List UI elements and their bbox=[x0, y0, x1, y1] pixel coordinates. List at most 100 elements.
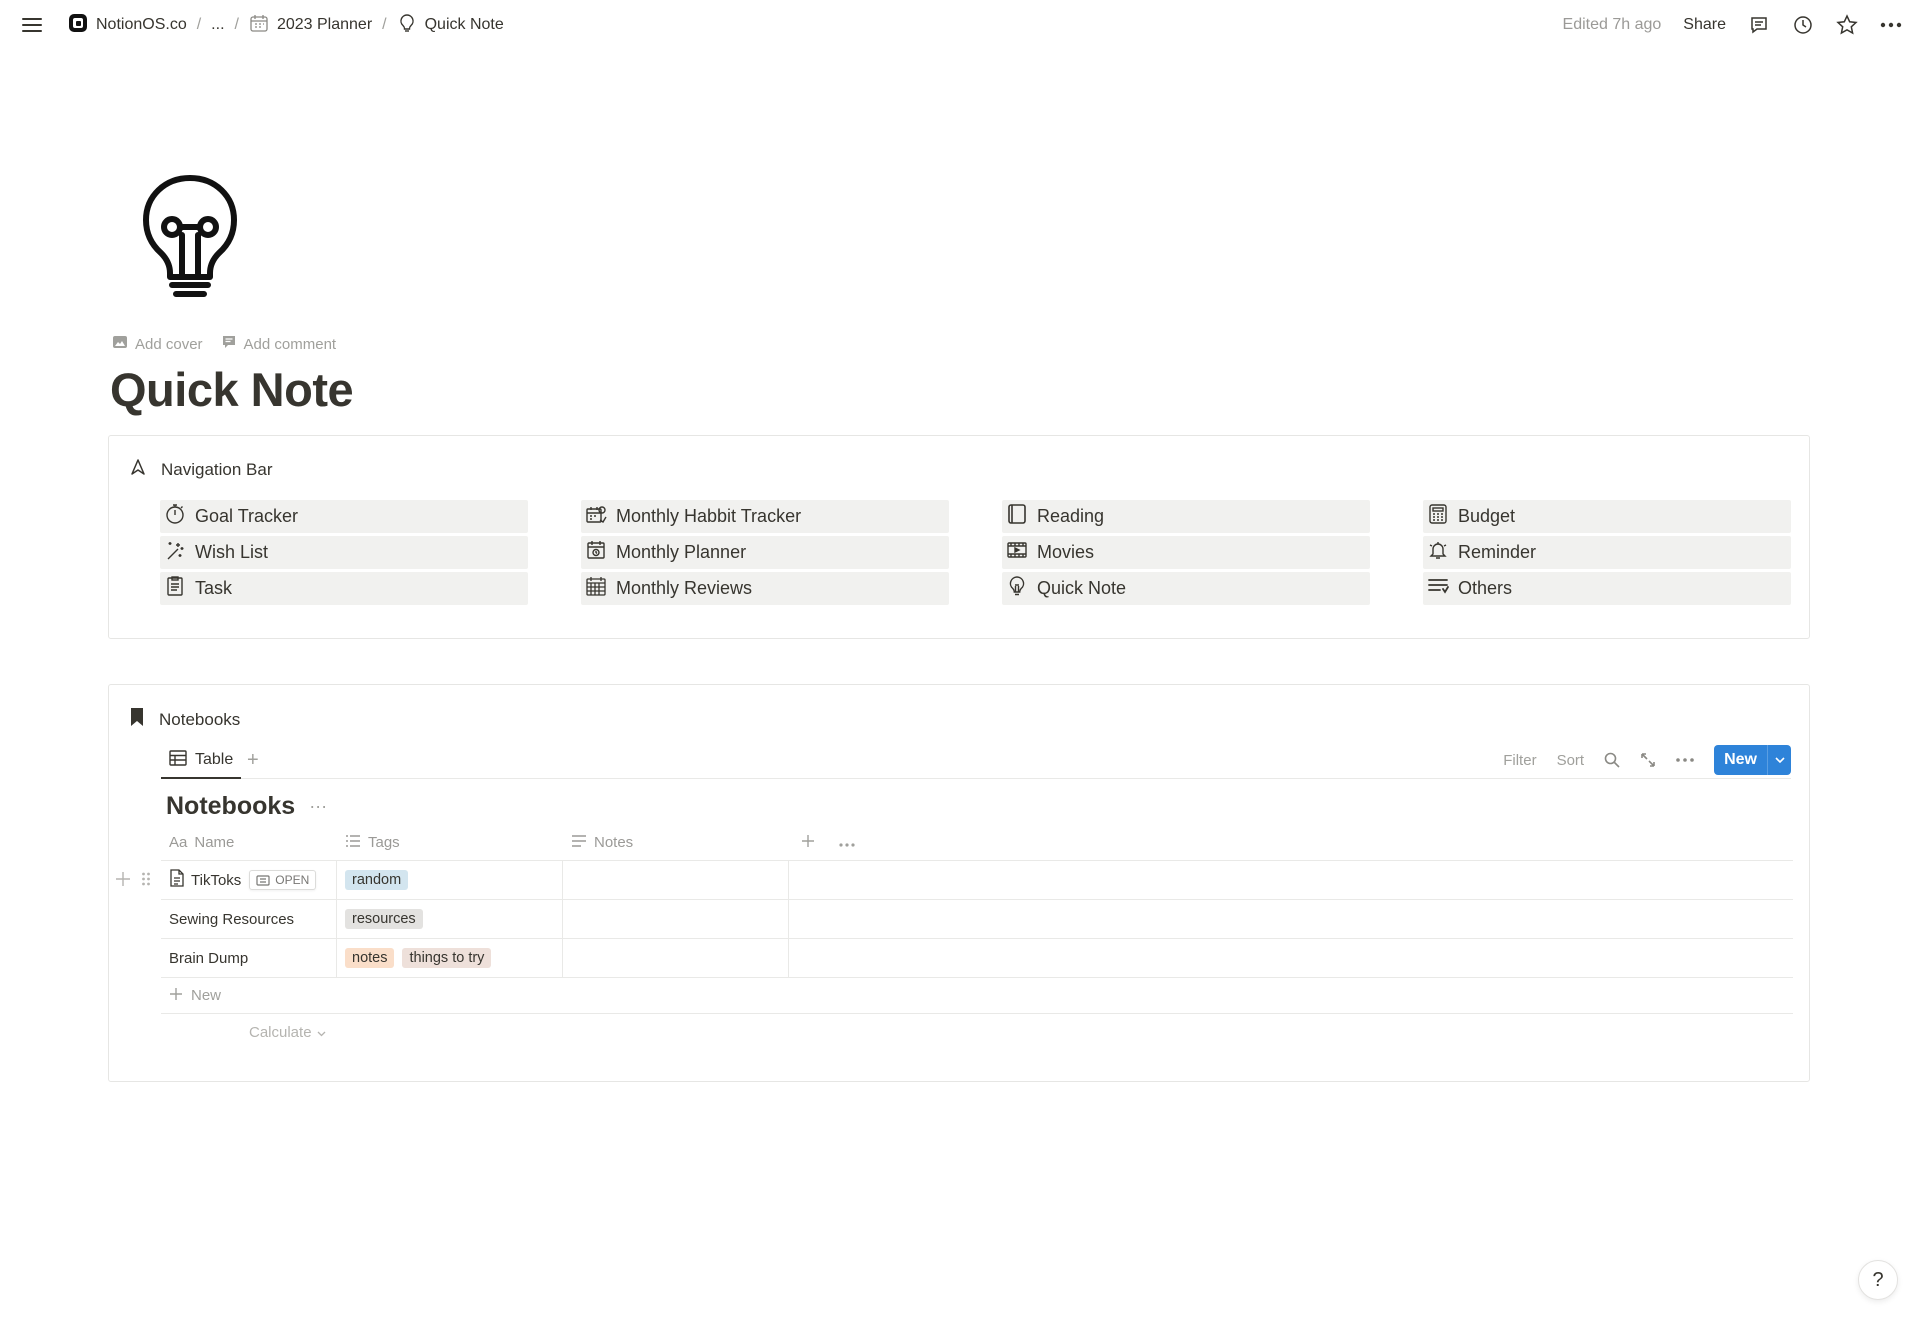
new-row-button[interactable]: New bbox=[161, 978, 1793, 1014]
open-page-button[interactable]: OPEN bbox=[249, 870, 317, 890]
column-header-notes[interactable]: Notes bbox=[563, 825, 789, 860]
nav-link-label: Task bbox=[195, 578, 233, 598]
nav-link-monthly-planner[interactable]: Monthly Planner bbox=[581, 536, 949, 569]
table-row[interactable]: Brain Dump notes things to try bbox=[161, 939, 1793, 978]
nav-link-budget[interactable]: Budget bbox=[1423, 500, 1791, 533]
cell-notes[interactable] bbox=[563, 861, 789, 899]
cell-tags[interactable]: resources bbox=[337, 900, 563, 938]
column-header-tags[interactable]: Tags bbox=[337, 825, 563, 860]
new-row-label: New bbox=[191, 987, 222, 1004]
habit-icon bbox=[585, 503, 607, 530]
breadcrumb-item-notionos[interactable]: NotionOS.co bbox=[64, 11, 191, 40]
add-view-icon[interactable]: + bbox=[247, 749, 259, 772]
breadcrumb: NotionOS.co / ... / 2023 Planner / Quick… bbox=[64, 11, 508, 40]
more-options-icon[interactable] bbox=[1880, 14, 1902, 36]
nav-link-monthly-habbit-tracker[interactable]: Monthly Habbit Tracker bbox=[581, 500, 949, 533]
drag-handle-icon[interactable] bbox=[141, 871, 151, 892]
cell-notes[interactable] bbox=[563, 939, 789, 977]
nav-link-others[interactable]: Others bbox=[1423, 572, 1791, 605]
tab-table[interactable]: Table bbox=[161, 743, 242, 779]
menu-icon[interactable] bbox=[18, 11, 46, 39]
add-cover-label: Add cover bbox=[135, 335, 203, 353]
text-lines-icon bbox=[571, 834, 587, 852]
database-more-icon[interactable] bbox=[1676, 758, 1694, 762]
sparkle-icon bbox=[164, 539, 186, 566]
nav-link-goal-tracker[interactable]: Goal Tracker bbox=[160, 500, 528, 533]
calendar-icon bbox=[249, 13, 269, 38]
nav-link-task[interactable]: Task bbox=[160, 572, 528, 605]
search-icon[interactable] bbox=[1604, 752, 1620, 768]
nav-link-quick-note[interactable]: Quick Note bbox=[1002, 572, 1370, 605]
star-icon[interactable] bbox=[1836, 14, 1858, 36]
breadcrumb-item-ellipsis[interactable]: ... bbox=[207, 14, 228, 36]
comment-icon bbox=[221, 334, 237, 354]
nav-link-label: Others bbox=[1458, 578, 1513, 598]
stopwatch-icon bbox=[164, 503, 186, 530]
add-column-icon[interactable] bbox=[801, 834, 815, 852]
film-icon bbox=[1006, 539, 1028, 566]
calculator-icon bbox=[1427, 503, 1449, 530]
top-bar: NotionOS.co / ... / 2023 Planner / Quick… bbox=[0, 0, 1920, 50]
bell-icon bbox=[1427, 539, 1449, 566]
row-name-label: Brain Dump bbox=[169, 949, 249, 967]
nav-link-reminder[interactable]: Reminder bbox=[1423, 536, 1791, 569]
tag-notes: notes bbox=[345, 948, 395, 968]
cell-name[interactable]: Brain Dump bbox=[161, 939, 337, 977]
row-handles bbox=[115, 871, 151, 892]
nav-link-wish-list[interactable]: Wish List bbox=[160, 536, 528, 569]
cell-name[interactable]: TikToks OPEN bbox=[161, 861, 337, 899]
sort-button[interactable]: Sort bbox=[1557, 752, 1585, 769]
nav-link-monthly-reviews[interactable]: Monthly Reviews bbox=[581, 572, 949, 605]
edited-timestamp: Edited 7h ago bbox=[1562, 16, 1662, 33]
clipboard-icon bbox=[164, 575, 186, 602]
nav-link-label: Goal Tracker bbox=[195, 506, 299, 526]
new-record-button[interactable]: New bbox=[1714, 745, 1767, 775]
comments-icon[interactable] bbox=[1748, 14, 1770, 36]
breadcrumb-separator: / bbox=[382, 16, 387, 33]
breadcrumb-label: NotionOS.co bbox=[96, 16, 187, 33]
history-clock-icon[interactable] bbox=[1792, 14, 1814, 36]
table-row[interactable]: Sewing Resources resources bbox=[161, 900, 1793, 939]
cell-notes[interactable] bbox=[563, 900, 789, 938]
row-name-label: Sewing Resources bbox=[169, 910, 295, 928]
database-title-more-button[interactable]: ··· bbox=[309, 796, 327, 817]
bookmark-icon bbox=[129, 707, 145, 732]
navigation-heading: Navigation Bar bbox=[129, 458, 273, 481]
column-more-icon[interactable] bbox=[839, 834, 855, 851]
text-type-icon: Aa bbox=[169, 834, 188, 851]
breadcrumb-item-quick-note[interactable]: Quick Note bbox=[393, 11, 508, 40]
calculate-label: Calculate bbox=[249, 1023, 312, 1041]
notebooks-heading-label: Notebooks bbox=[159, 709, 241, 729]
add-row-icon[interactable] bbox=[115, 871, 131, 892]
chevron-down-icon[interactable] bbox=[1767, 745, 1791, 775]
notebooks-callout: Notebooks Table + Filter Sort New Notebo… bbox=[108, 684, 1810, 1082]
image-icon bbox=[112, 334, 128, 354]
tab-label: Table bbox=[195, 751, 234, 768]
nav-link-reading[interactable]: Reading bbox=[1002, 500, 1370, 533]
expand-icon[interactable] bbox=[1640, 752, 1656, 768]
cell-tags[interactable]: random bbox=[337, 861, 563, 899]
calculate-button[interactable]: Calculate bbox=[161, 1014, 1793, 1050]
cell-name[interactable]: Sewing Resources bbox=[161, 900, 337, 938]
help-button[interactable]: ? bbox=[1858, 1260, 1898, 1300]
nav-link-movies[interactable]: Movies bbox=[1002, 536, 1370, 569]
nav-link-label: Monthly Habbit Tracker bbox=[616, 506, 802, 526]
table-row[interactable]: TikToks OPEN random bbox=[116, 861, 1793, 900]
breadcrumb-label: ... bbox=[211, 16, 225, 33]
add-comment-label: Add comment bbox=[243, 335, 337, 353]
nav-link-label: Reading bbox=[1037, 506, 1105, 526]
add-cover-button[interactable]: Add cover bbox=[112, 334, 203, 354]
column-header-label: Tags bbox=[368, 834, 400, 851]
filter-button[interactable]: Filter bbox=[1503, 752, 1536, 769]
page-title[interactable]: Quick Note bbox=[110, 362, 354, 417]
cell-tags[interactable]: notes things to try bbox=[337, 939, 563, 977]
database-title-label[interactable]: Notebooks bbox=[166, 792, 295, 821]
column-header-name[interactable]: Aa Name bbox=[161, 825, 337, 860]
table-icon bbox=[169, 749, 187, 771]
share-button[interactable]: Share bbox=[1683, 16, 1726, 34]
lightbulb-icon[interactable] bbox=[140, 172, 240, 302]
column-actions bbox=[789, 825, 855, 860]
add-comment-button[interactable]: Add comment bbox=[221, 334, 337, 354]
breadcrumb-item-2023-planner[interactable]: 2023 Planner bbox=[245, 11, 376, 40]
navigation-links: Goal Tracker Monthly Habbit Tracker Read… bbox=[160, 500, 1791, 605]
